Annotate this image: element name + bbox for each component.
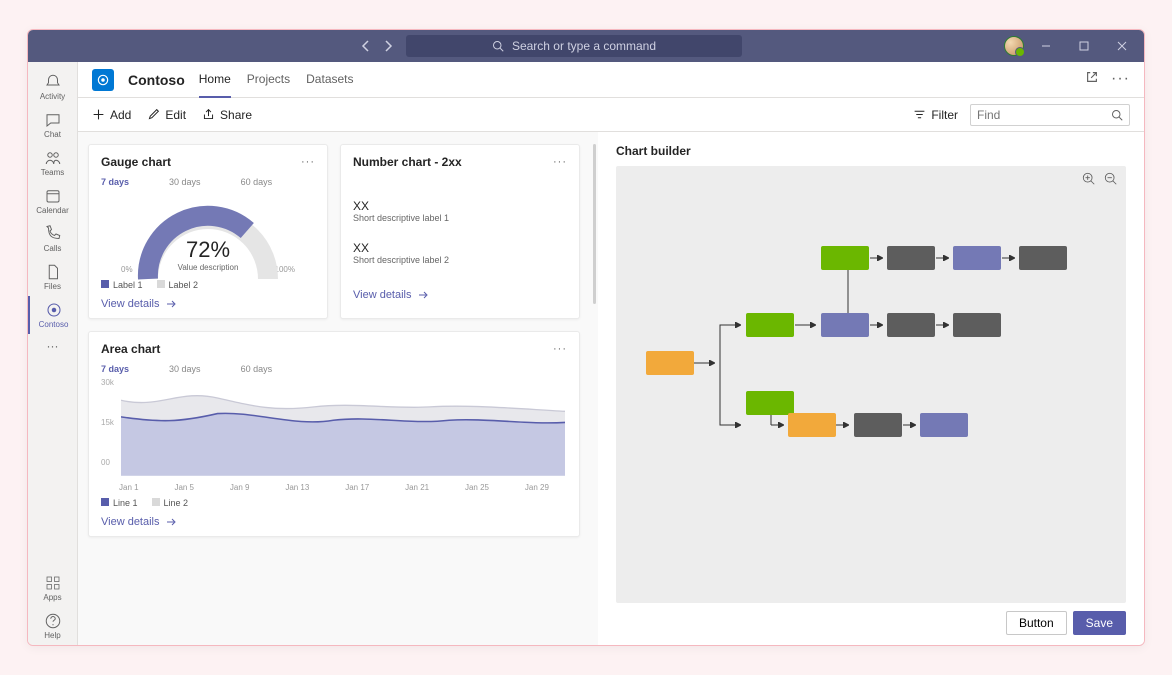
flow-node[interactable] (920, 413, 968, 437)
rail-activity[interactable]: Activity (28, 68, 78, 106)
window-minimize[interactable] (1030, 30, 1062, 62)
number-value-1: XX (353, 199, 567, 213)
app-name: Contoso (128, 72, 185, 88)
nav-forward-icon[interactable] (380, 38, 396, 54)
number-value-2: XX (353, 241, 567, 255)
app-window: Search or type a command Activity Chat T… (27, 29, 1145, 646)
gauge-value: 72% (128, 237, 288, 263)
area-title: Area chart (101, 342, 160, 356)
number-card: Number chart - 2xx ··· XX Short descripti… (340, 144, 580, 319)
area-range-7[interactable]: 7 days (101, 364, 129, 374)
app-logo-icon (92, 69, 114, 91)
tab-projects[interactable]: Projects (247, 62, 290, 98)
flow-node[interactable] (1019, 246, 1067, 270)
header-more-icon[interactable]: ··· (1111, 70, 1130, 89)
nav-back-icon[interactable] (358, 38, 374, 54)
builder-button[interactable]: Button (1006, 611, 1067, 635)
gauge-more-icon[interactable]: ··· (301, 156, 315, 168)
flow-node[interactable] (821, 313, 869, 337)
rail-apps[interactable]: Apps (28, 569, 78, 607)
flow-node[interactable] (746, 313, 794, 337)
number-view-details[interactable]: View details (353, 289, 567, 301)
tab-datasets[interactable]: Datasets (306, 62, 353, 98)
app-rail: Activity Chat Teams Calendar Calls Files… (28, 62, 78, 645)
rail-calls[interactable]: Calls (28, 220, 78, 258)
toolbar: Add Edit Share Filter (78, 98, 1144, 132)
edit-button[interactable]: Edit (147, 108, 186, 122)
area-chart: 30k 15k 00 (101, 378, 567, 483)
area-more-icon[interactable]: ··· (553, 343, 567, 355)
number-label-2: Short descriptive label 2 (353, 255, 567, 265)
popout-icon[interactable] (1085, 70, 1099, 89)
gauge-view-details[interactable]: View details (101, 298, 315, 310)
rail-calendar[interactable]: Calendar (28, 182, 78, 220)
window-maximize[interactable] (1068, 30, 1100, 62)
flow-node[interactable] (887, 246, 935, 270)
find-input[interactable] (970, 104, 1130, 126)
area-range-30[interactable]: 30 days (169, 364, 201, 374)
range-7days[interactable]: 7 days (101, 177, 129, 187)
builder-canvas[interactable] (616, 166, 1126, 603)
search-icon (1111, 109, 1123, 121)
tab-home[interactable]: Home (199, 62, 231, 98)
gauge-chart: 72% Value description (128, 189, 288, 279)
number-more-icon[interactable]: ··· (553, 156, 567, 168)
area-legend-1: Line 1 (101, 498, 138, 508)
gauge-card: Gauge chart ··· 7 days 30 days 60 days (88, 144, 328, 319)
flow-node[interactable] (953, 313, 1001, 337)
save-button[interactable]: Save (1073, 611, 1126, 635)
rail-chat[interactable]: Chat (28, 106, 78, 144)
gauge-title: Gauge chart (101, 155, 171, 169)
rail-help[interactable]: Help (28, 607, 78, 645)
rail-files[interactable]: Files (28, 258, 78, 296)
area-range-60[interactable]: 60 days (241, 364, 273, 374)
flow-node[interactable] (953, 246, 1001, 270)
number-label-1: Short descriptive label 1 (353, 213, 567, 223)
chart-builder-panel: Chart builder (598, 132, 1144, 645)
find-field[interactable] (977, 108, 1097, 122)
flow-node[interactable] (788, 413, 836, 437)
flow-node[interactable] (746, 391, 794, 415)
filter-button[interactable]: Filter (913, 108, 958, 122)
builder-title: Chart builder (616, 144, 1126, 158)
rail-teams[interactable]: Teams (28, 144, 78, 182)
area-card: Area chart ··· 7 days 30 days 60 days 30k… (88, 331, 580, 537)
search-placeholder: Search or type a command (512, 39, 656, 53)
area-legend-2: Line 2 (152, 498, 189, 508)
flow-node[interactable] (646, 351, 694, 375)
dashboard-panel: Gauge chart ··· 7 days 30 days 60 days (78, 132, 598, 645)
command-search[interactable]: Search or type a command (406, 35, 742, 57)
gauge-desc: Value description (128, 263, 288, 272)
number-title: Number chart - 2xx (353, 155, 462, 169)
main-pane: Contoso Home Projects Datasets ··· Add E… (78, 62, 1144, 645)
app-header: Contoso Home Projects Datasets ··· (78, 62, 1144, 98)
window-close[interactable] (1106, 30, 1138, 62)
flow-node[interactable] (887, 313, 935, 337)
avatar[interactable] (1004, 36, 1024, 56)
flow-node[interactable] (854, 413, 902, 437)
flow-node[interactable] (821, 246, 869, 270)
titlebar: Search or type a command (28, 30, 1144, 62)
add-button[interactable]: Add (92, 108, 131, 122)
rail-contoso[interactable]: Contoso (28, 296, 78, 334)
rail-more[interactable]: ··· (28, 334, 78, 358)
area-view-details[interactable]: View details (101, 516, 567, 528)
share-button[interactable]: Share (202, 108, 252, 122)
search-icon (492, 40, 504, 52)
range-30days[interactable]: 30 days (169, 177, 201, 187)
range-60days[interactable]: 60 days (241, 177, 273, 187)
